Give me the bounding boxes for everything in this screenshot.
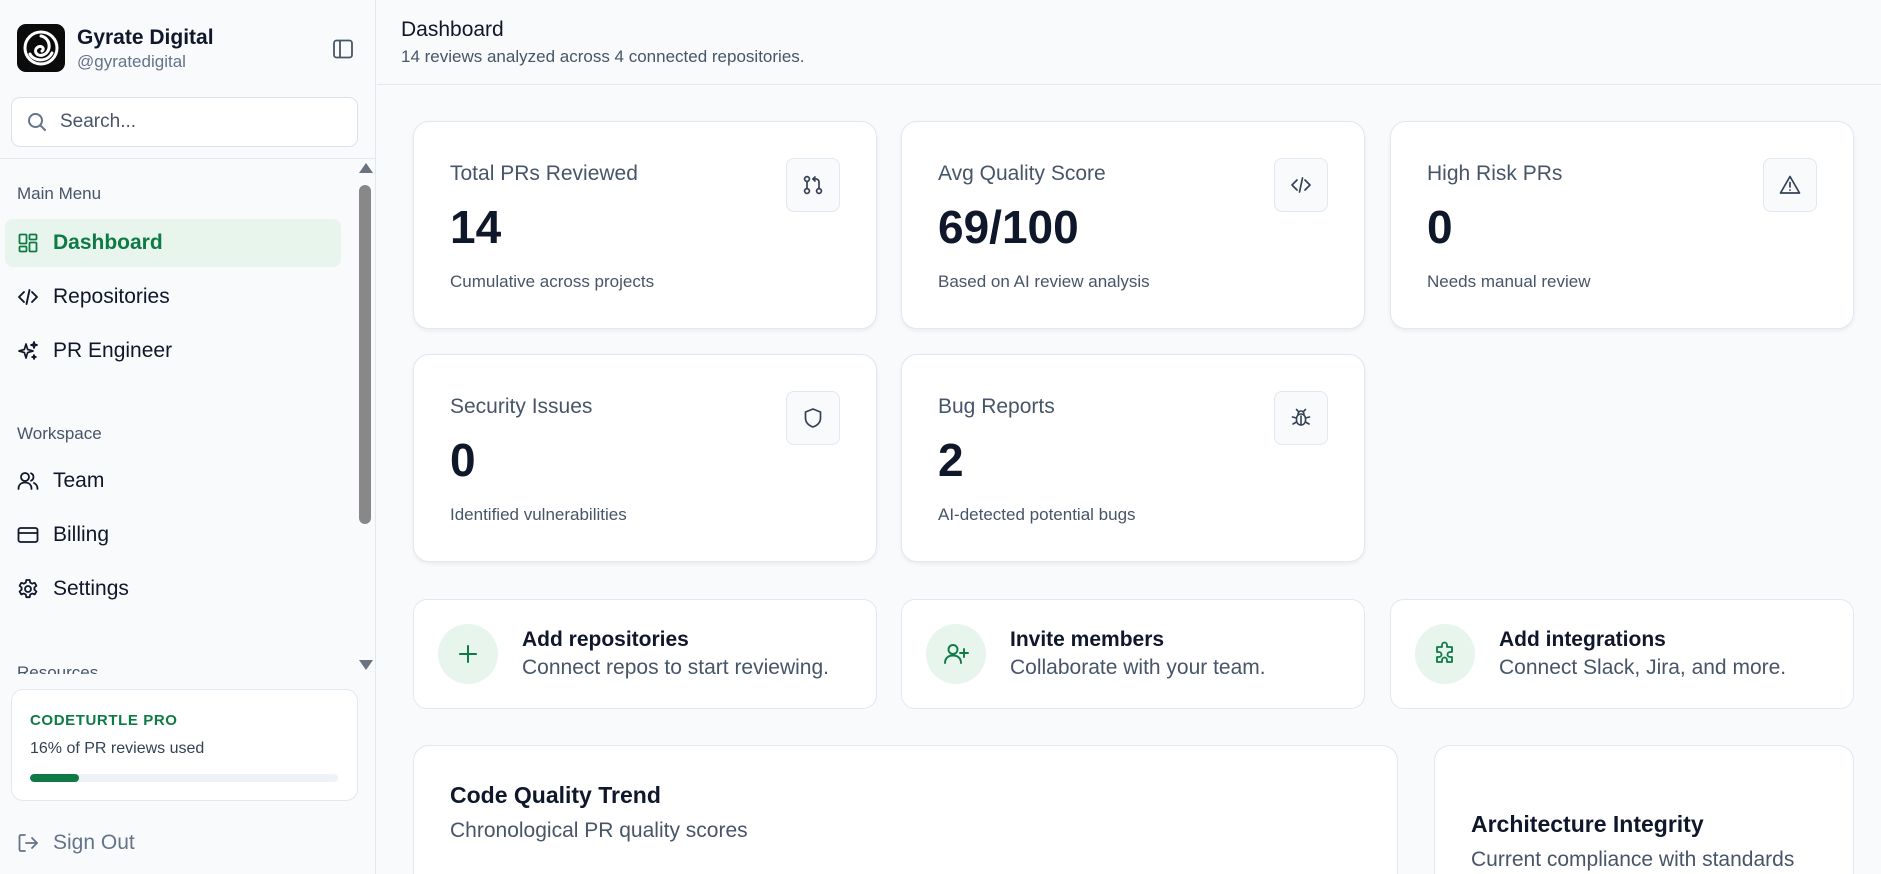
search-input[interactable]: [60, 108, 340, 136]
action-title: Invite members: [1010, 628, 1165, 651]
stat-value: 0: [450, 434, 476, 486]
page-header: Dashboard 14 reviews analyzed across 4 c…: [377, 0, 1881, 85]
credit-card-icon: [17, 524, 39, 546]
stat-value: 69/100: [938, 201, 1079, 253]
brand-header[interactable]: Gyrate Digital @gyratedigital: [17, 24, 357, 74]
add-integrations-card[interactable]: Add integrations Connect Slack, Jira, an…: [1390, 599, 1854, 709]
bug-icon: [1274, 391, 1328, 445]
sign-out-label: Sign Out: [53, 831, 135, 854]
stat-label: Bug Reports: [938, 395, 1055, 418]
brand-name: Gyrate Digital: [77, 26, 214, 49]
shield-icon: [786, 391, 840, 445]
warning-icon: [1763, 158, 1817, 212]
code-icon: [17, 286, 39, 308]
action-description: Connect repos to start reviewing.: [522, 656, 829, 679]
invite-members-card[interactable]: Invite members Collaborate with your tea…: [901, 599, 1365, 709]
add-repositories-card[interactable]: Add repositories Connect repos to start …: [413, 599, 877, 709]
sidebar-panel-icon: [333, 39, 353, 59]
sidebar: Gyrate Digital @gyratedigital Main Menu …: [0, 0, 376, 874]
gear-icon: [17, 578, 39, 600]
sidebar-item-settings[interactable]: Settings: [5, 565, 341, 613]
stat-label: High Risk PRs: [1427, 162, 1563, 185]
stat-value: 14: [450, 201, 502, 253]
section-label-resources: Resources: [17, 663, 99, 674]
stat-card-high-risk: High Risk PRs 0 Needs manual review: [1390, 121, 1854, 329]
brand-handle: @gyratedigital: [77, 52, 186, 71]
panel-title: Architecture Integrity: [1471, 811, 1704, 837]
dashboard-icon: [17, 232, 39, 254]
stat-card-bug-reports: Bug Reports 2 AI-detected potential bugs: [901, 354, 1365, 562]
action-description: Collaborate with your team.: [1010, 656, 1266, 679]
stat-description: AI-detected potential bugs: [938, 505, 1136, 524]
action-description: Connect Slack, Jira, and more.: [1499, 656, 1787, 679]
plan-title: CODETURTLE PRO: [30, 712, 178, 729]
user-plus-icon: [926, 624, 986, 684]
sidebar-item-label: Dashboard: [53, 231, 163, 254]
sparkles-icon: [17, 340, 39, 362]
stat-label: Avg Quality Score: [938, 162, 1106, 185]
sidebar-item-repositories[interactable]: Repositories: [5, 273, 341, 321]
architecture-integrity-panel: Architecture Integrity Current complianc…: [1434, 745, 1854, 874]
section-label-workspace: Workspace: [17, 424, 102, 443]
panel-subtitle: Chronological PR quality scores: [450, 819, 748, 842]
panel-subtitle: Current compliance with standards: [1471, 848, 1795, 871]
panel-title: Code Quality Trend: [450, 782, 661, 808]
nav-scroll-area: Main Menu Dashboard Repositories PR Engi…: [0, 159, 356, 674]
action-title: Add integrations: [1499, 628, 1666, 651]
sidebar-item-label: Settings: [53, 577, 129, 600]
plus-icon: [438, 624, 498, 684]
page-title: Dashboard: [401, 18, 504, 41]
stat-description: Based on AI review analysis: [938, 272, 1150, 291]
stat-label: Total PRs Reviewed: [450, 162, 638, 185]
plan-usage-card[interactable]: CODETURTLE PRO 16% of PR reviews used: [11, 689, 358, 801]
stat-card-avg-quality: Avg Quality Score 69/100 Based on AI rev…: [901, 121, 1365, 329]
git-pull-request-icon: [786, 158, 840, 212]
stat-card-total-prs: Total PRs Reviewed 14 Cumulative across …: [413, 121, 877, 329]
stat-description: Cumulative across projects: [450, 272, 655, 291]
stat-value: 0: [1427, 201, 1453, 253]
sidebar-item-label: Billing: [53, 523, 110, 546]
stat-value: 2: [938, 434, 964, 486]
stat-card-security-issues: Security Issues 0 Identified vulnerabili…: [413, 354, 877, 562]
stat-label: Security Issues: [450, 395, 593, 418]
users-icon: [17, 470, 39, 492]
sidebar-toggle-button[interactable]: [330, 36, 356, 62]
sidebar-scrollbar[interactable]: [356, 159, 376, 674]
search-icon: [28, 113, 46, 131]
search-box: [11, 97, 358, 147]
log-out-icon: [17, 832, 39, 854]
stat-description: Needs manual review: [1427, 272, 1591, 291]
sidebar-item-team[interactable]: Team: [5, 457, 341, 505]
sidebar-item-label: Repositories: [53, 285, 170, 308]
code-icon: [1274, 158, 1328, 212]
scroll-up-arrow-icon[interactable]: [359, 163, 373, 173]
sidebar-item-pr-engineer[interactable]: PR Engineer: [5, 327, 341, 375]
code-quality-trend-panel: Code Quality Trend Chronological PR qual…: [413, 745, 1398, 874]
sidebar-item-billing[interactable]: Billing: [5, 511, 341, 559]
section-label-main-menu: Main Menu: [17, 184, 102, 203]
sidebar-item-label: Team: [53, 469, 105, 492]
sidebar-item-label: PR Engineer: [53, 339, 173, 362]
scroll-down-arrow-icon[interactable]: [359, 660, 373, 670]
puzzle-icon: [1415, 624, 1475, 684]
sidebar-item-dashboard[interactable]: Dashboard: [5, 219, 341, 267]
page-subtitle: 14 reviews analyzed across 4 connected r…: [401, 47, 805, 66]
action-title: Add repositories: [522, 628, 689, 651]
scroll-thumb[interactable]: [359, 185, 371, 524]
plan-usage-fill: [30, 774, 80, 782]
sign-out-button[interactable]: Sign Out: [5, 823, 341, 863]
plan-usage-bar: [30, 774, 338, 782]
stat-description: Identified vulnerabilities: [450, 505, 627, 524]
logo-icon: [17, 24, 65, 72]
plan-usage-text: 16% of PR reviews used: [30, 740, 205, 757]
